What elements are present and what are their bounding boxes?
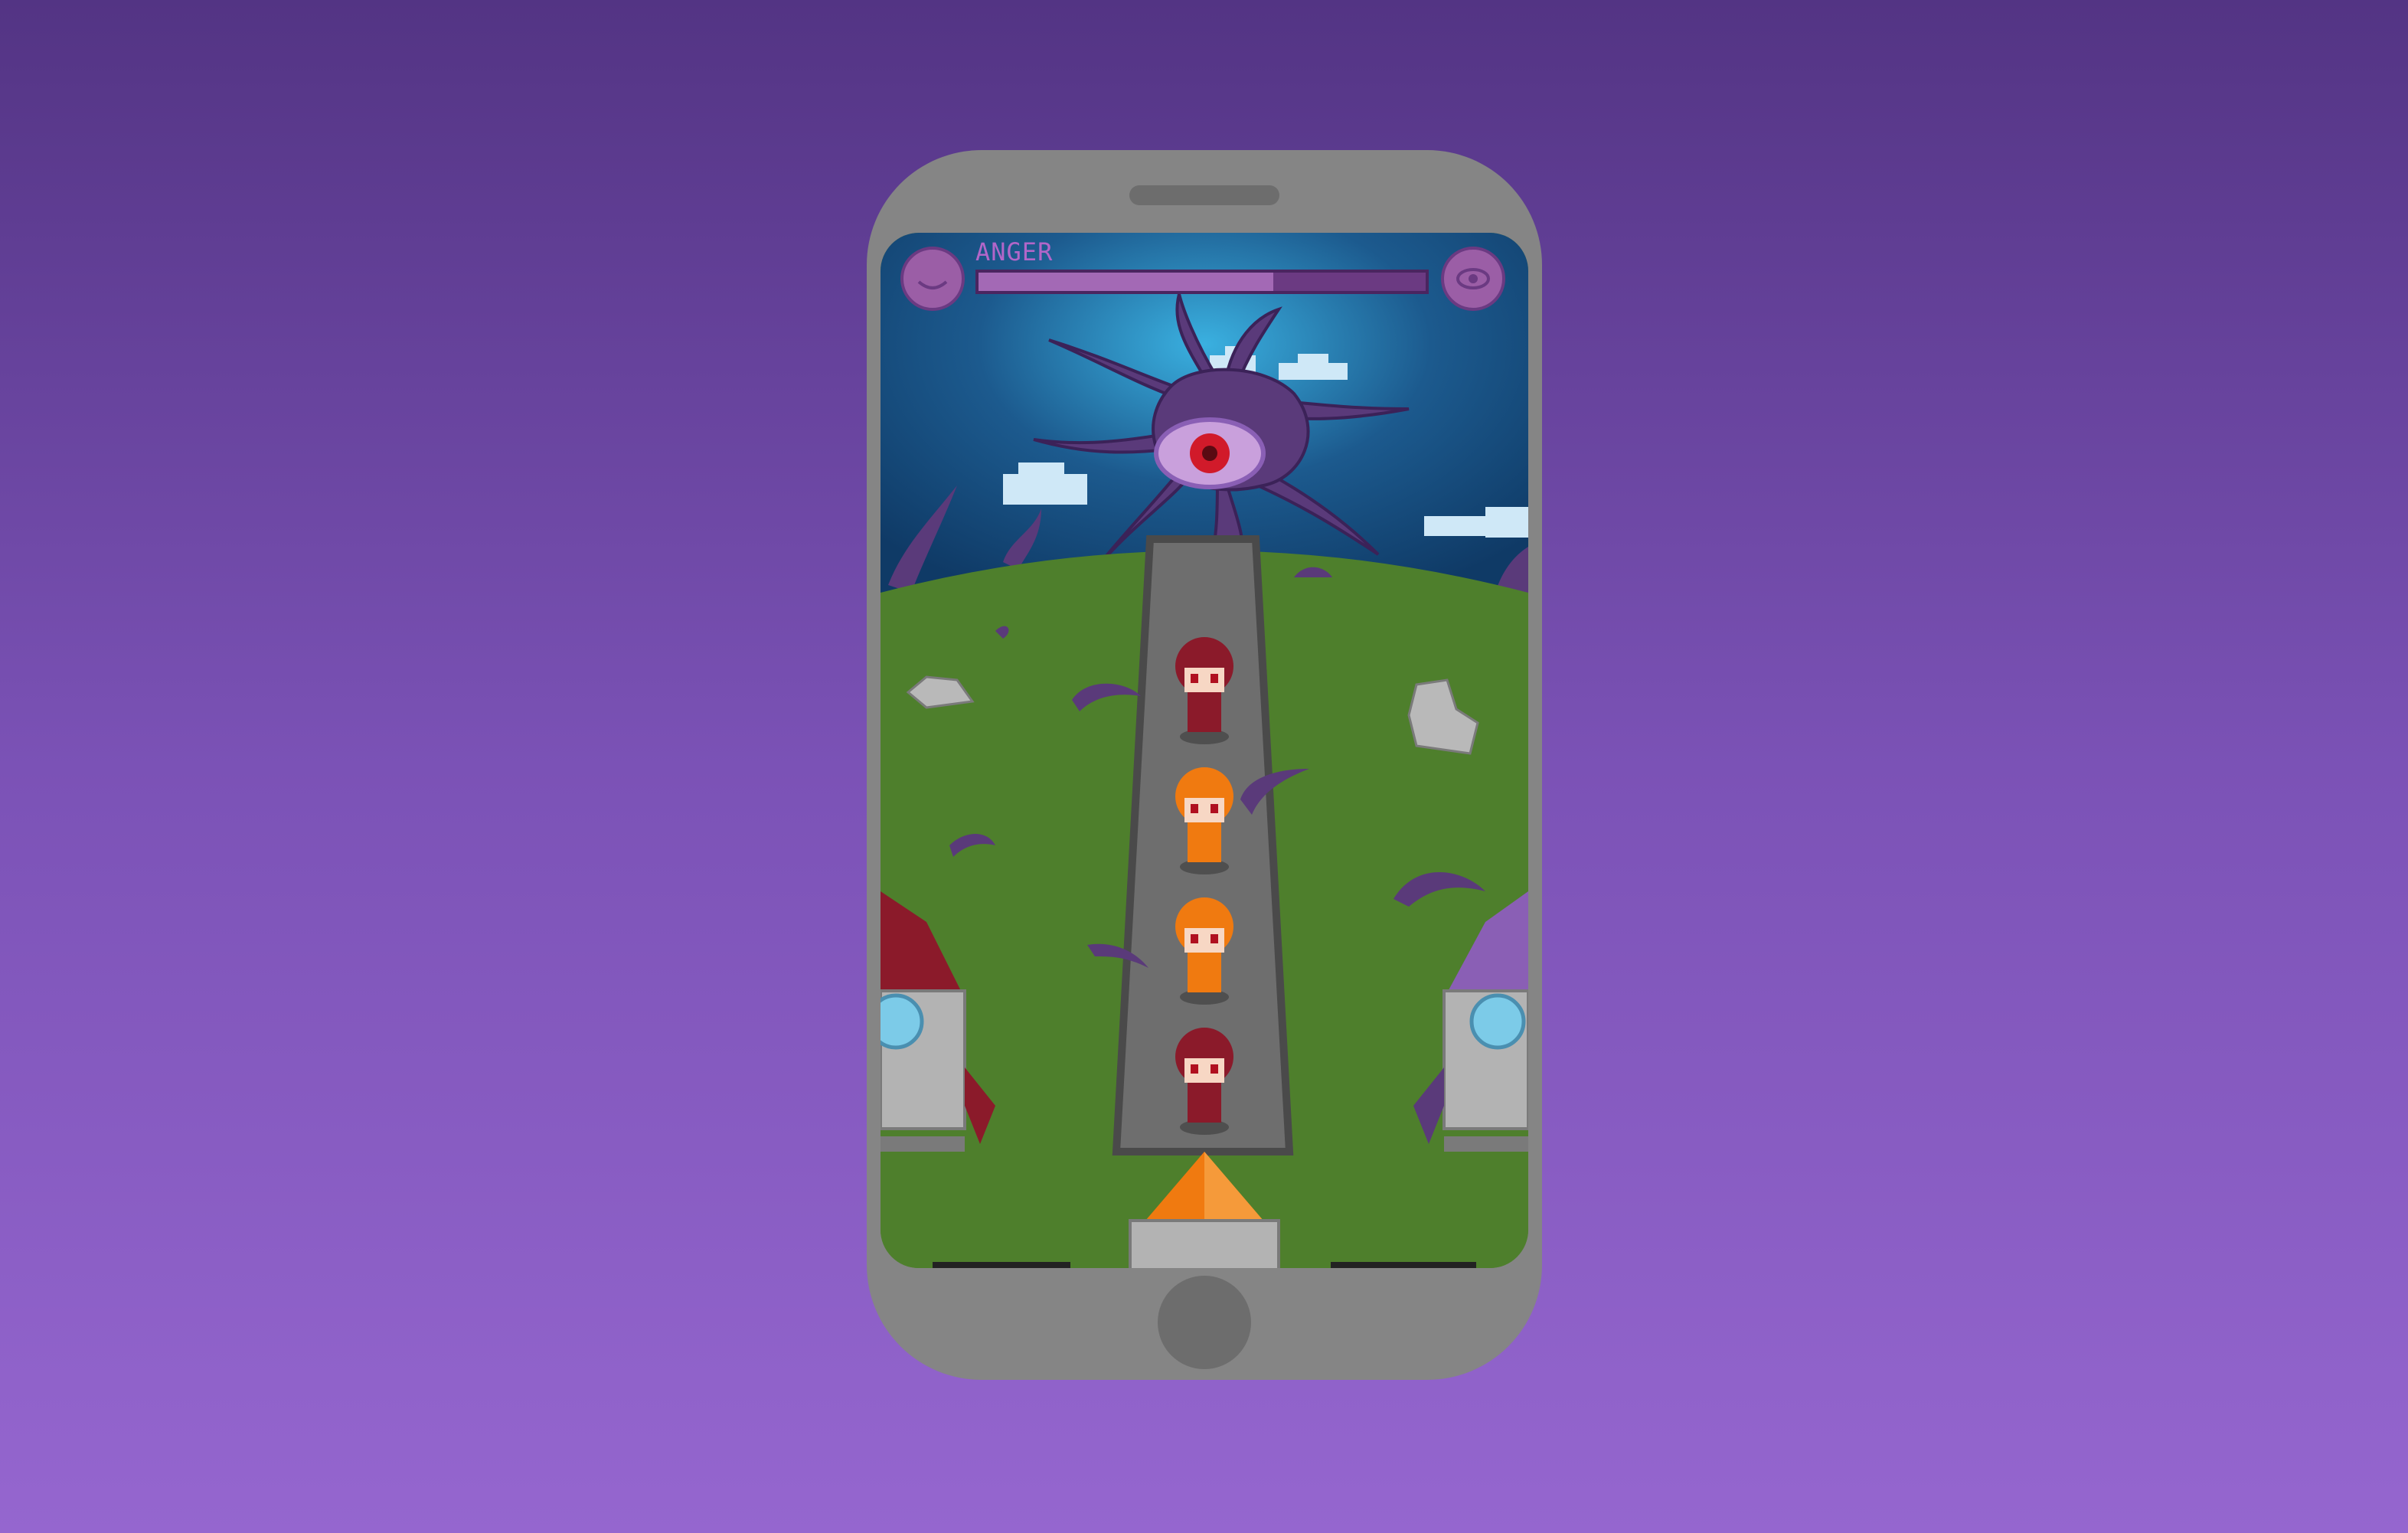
anger-bar [975, 270, 1429, 294]
player-rocket [1129, 1152, 1280, 1268]
phone-speaker [1129, 185, 1279, 205]
rockets-layer [881, 891, 1528, 1268]
right-rocket [1413, 891, 1528, 1152]
anger-label: ANGER [975, 237, 1054, 266]
home-button[interactable] [1158, 1276, 1251, 1369]
eye-icon [1456, 268, 1490, 289]
game-screen[interactable]: ANGER [881, 233, 1528, 1268]
moon-button[interactable] [900, 247, 965, 311]
eye-button[interactable] [1441, 247, 1505, 311]
moon-icon [917, 280, 948, 289]
left-rocket [881, 891, 995, 1152]
anger-fill [979, 273, 1274, 291]
phone-frame: ANGER [867, 150, 1542, 1380]
